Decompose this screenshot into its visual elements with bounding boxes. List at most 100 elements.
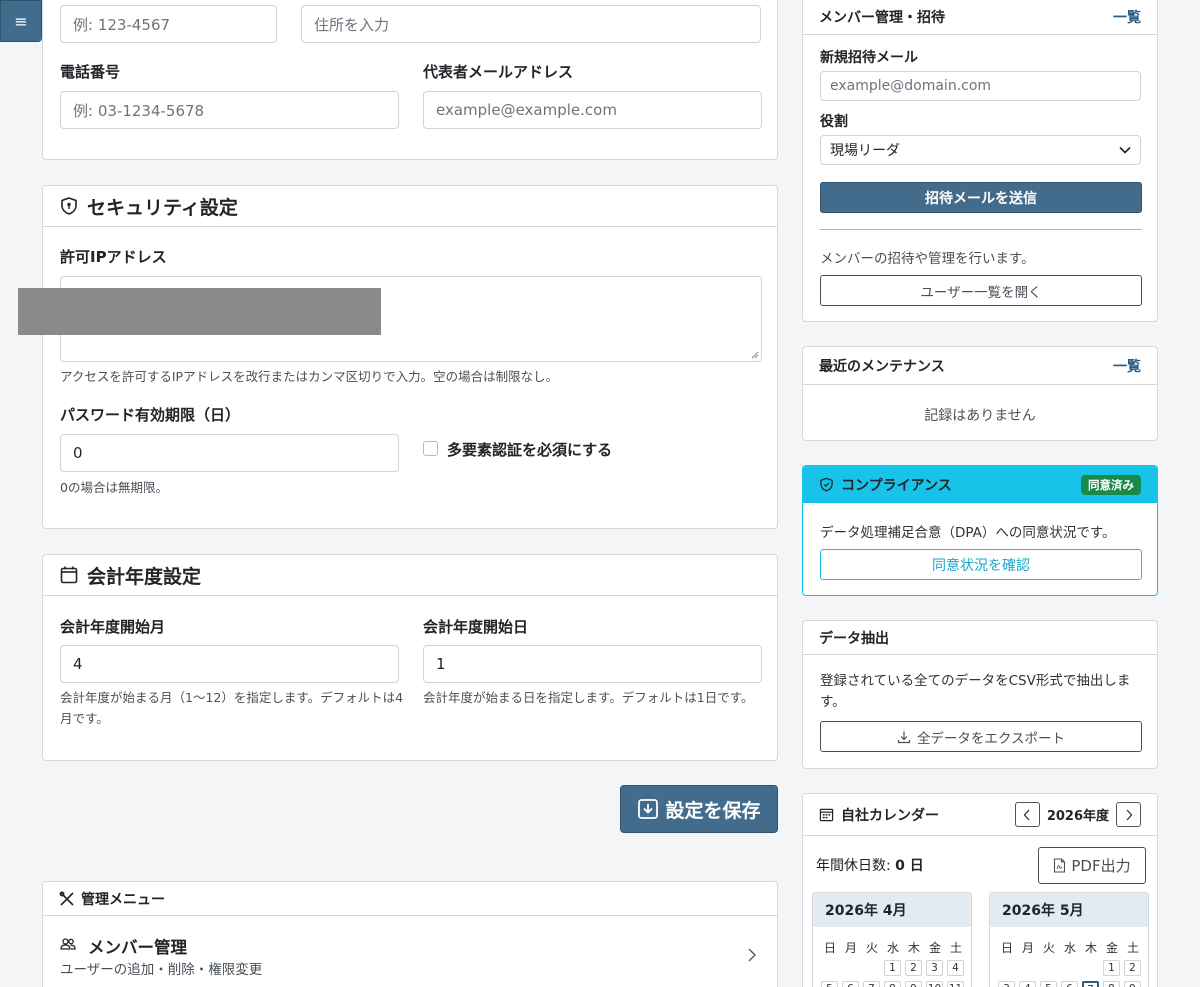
calendar-day[interactable]: 1 [884, 960, 901, 976]
shield-icon [59, 196, 79, 216]
month-title: 2026年 4月 [813, 893, 971, 927]
calendar-day[interactable]: 2 [1124, 960, 1141, 976]
calendar-day[interactable]: 9 [905, 981, 922, 987]
calendar-day[interactable]: 1 [1103, 960, 1120, 976]
weekday-label: 月 [1021, 941, 1034, 955]
weekday-label: 木 [907, 941, 920, 955]
invite-email-field[interactable]: example@domain.com [820, 71, 1141, 101]
mfa-label[interactable]: 多要素認証を必須にする [447, 439, 612, 460]
send-invite-button[interactable]: 招待メールを送信 [820, 182, 1142, 213]
export-all-button[interactable]: 全データをエクスポート [820, 721, 1142, 752]
calendar-day[interactable]: 9 [1124, 981, 1141, 987]
postal-code-field[interactable]: 例: 123-4567 [60, 5, 277, 43]
maintenance-title: 最近のメンテナンス [819, 358, 945, 375]
data-export-desc: 登録されている全てのデータをCSV形式で抽出します。 [820, 673, 1131, 710]
calendar-day[interactable]: 3 [998, 981, 1015, 987]
annual-holidays-value: 0 日 [895, 858, 924, 874]
resize-handle-icon[interactable] [751, 351, 759, 359]
fiscal-month-help: 会計年度が始まる月（1〜12）を指定します。デフォルトは4月です。 [60, 690, 404, 726]
calendar-day[interactable]: 2 [905, 960, 922, 976]
export-all-label: 全データをエクスポート [916, 730, 1066, 747]
phone-field[interactable]: 例: 03-1234-5678 [60, 91, 399, 129]
maintenance-empty: 記録はありません [924, 408, 1036, 424]
weekday-label: 水 [886, 941, 899, 955]
calendar-day[interactable]: 3 [926, 960, 943, 976]
calendar-day[interactable]: 4 [1019, 981, 1036, 987]
role-select-value: 現場リーダ [830, 143, 900, 159]
password-expiry-label: パスワード有効期限（日） [60, 406, 241, 424]
member-desc: メンバーの招待や管理を行います。 [820, 251, 1035, 267]
shield-check-icon [819, 477, 834, 492]
tools-icon [59, 891, 75, 907]
calendar-day[interactable]: 11 [947, 981, 964, 987]
chevron-right-icon [1125, 809, 1133, 821]
next-year-button[interactable] [1116, 802, 1141, 827]
calendar-day[interactable]: 6 [842, 981, 859, 987]
redaction-block [18, 288, 381, 335]
pdf-file-icon [1053, 858, 1066, 873]
open-user-list-button[interactable]: ユーザー一覧を開く [820, 275, 1142, 306]
fiscal-month-field[interactable]: 4 [60, 645, 399, 683]
calendar-day[interactable]: 5 [821, 981, 838, 987]
calendar-day[interactable]: 6 [1061, 981, 1078, 987]
ip-label: 許可IPアドレス [60, 248, 167, 266]
calendar-day-today[interactable]: 7 [1082, 981, 1099, 987]
admin-menu-title: 管理メニュー [81, 891, 165, 908]
calendar-day[interactable]: 8 [884, 981, 901, 987]
calendar-year: 2026年度 [1046, 809, 1109, 824]
security-card: セキュリティ設定 許可IPアドレス アクセスを許可するIPアドレスを改行またはカ… [42, 185, 778, 529]
email-label: 代表者メールアドレス [423, 63, 574, 81]
data-export-header: データ抽出 [803, 621, 1157, 655]
weekday-label: 金 [928, 941, 941, 955]
calendar-day[interactable]: 7 [863, 981, 880, 987]
weekday-label: 金 [1105, 941, 1118, 955]
fiscal-card-header: 会計年度設定 [43, 555, 777, 596]
member-invite-title: メンバー管理・招待 [819, 9, 945, 26]
maintenance-list-link[interactable]: 一覧 [1113, 356, 1141, 376]
data-export-title: データ抽出 [819, 630, 889, 647]
compliance-desc: データ処理補足合意（DPA）への同意状況です。 [820, 525, 1116, 541]
mfa-checkbox[interactable] [423, 441, 438, 456]
fiscal-day-field[interactable]: 1 [423, 645, 762, 683]
calendar-month-april: 2026年 4月 日 月 火 水 木 金 土 1 2 3 4 5 6 7 8 9… [812, 892, 972, 987]
role-select[interactable]: 現場リーダ [820, 135, 1141, 165]
fiscal-day-label: 会計年度開始日 [423, 618, 529, 636]
password-expiry-field[interactable]: 0 [60, 434, 399, 472]
compliance-header: コンプライアンス 同意済み [803, 466, 1157, 503]
calendar-card: 自社カレンダー 2026年度 年間休日数: 0 日 PDF出力 2026年 4月… [802, 793, 1158, 987]
menu-toggle-button[interactable]: ≡ [0, 0, 42, 42]
member-management-item[interactable]: メンバー管理 ユーザーの追加・削除・権限変更 [43, 916, 777, 987]
pdf-export-label: PDF出力 [1071, 857, 1131, 875]
chevron-down-icon [1119, 146, 1131, 154]
weekday-label: 火 [865, 941, 878, 955]
phone-label: 電話番号 [60, 63, 121, 81]
prev-year-button[interactable] [1014, 802, 1040, 827]
role-label: 役割 [820, 114, 848, 130]
calendar-day[interactable]: 4 [947, 960, 964, 976]
weekday-label: 水 [1063, 941, 1076, 955]
weekday-label: 日 [1000, 941, 1013, 955]
fiscal-year-card: 会計年度設定 会計年度開始月 4 会計年度が始まる月（1〜12）を指定します。デ… [42, 554, 778, 761]
member-management-title: メンバー管理 [88, 938, 187, 957]
calendar-day[interactable]: 5 [1040, 981, 1057, 987]
member-management-desc: ユーザーの追加・削除・権限変更 [60, 962, 263, 978]
calendar-icon [59, 565, 79, 585]
calendar-day[interactable]: 10 [926, 981, 943, 987]
email-field[interactable]: example@example.com [423, 91, 762, 129]
data-export-card: データ抽出 登録されている全てのデータをCSV形式で抽出します。 全データをエク… [802, 620, 1158, 769]
weekday-label: 月 [844, 941, 857, 955]
weekday-label: 土 [1126, 941, 1139, 955]
calendar-day[interactable]: 8 [1103, 981, 1120, 987]
member-list-link[interactable]: 一覧 [1113, 7, 1141, 27]
save-settings-button[interactable]: 設定を保存 [620, 785, 778, 833]
security-title: セキュリティ設定 [87, 196, 238, 219]
admin-menu-card: 管理メニュー メンバー管理 ユーザーの追加・削除・権限変更 [42, 881, 778, 987]
address-field[interactable]: 住所を入力 [301, 5, 761, 43]
month-title: 2026年 5月 [990, 893, 1148, 927]
check-consent-button[interactable]: 同意状況を確認 [820, 549, 1142, 580]
chevron-left-icon [1023, 809, 1031, 821]
weekday-label: 木 [1084, 941, 1097, 955]
member-invite-card: メンバー管理・招待 一覧 新規招待メール example@domain.com … [802, 0, 1158, 322]
fiscal-title: 会計年度設定 [87, 565, 202, 588]
pdf-export-button[interactable]: PDF出力 [1038, 847, 1146, 884]
